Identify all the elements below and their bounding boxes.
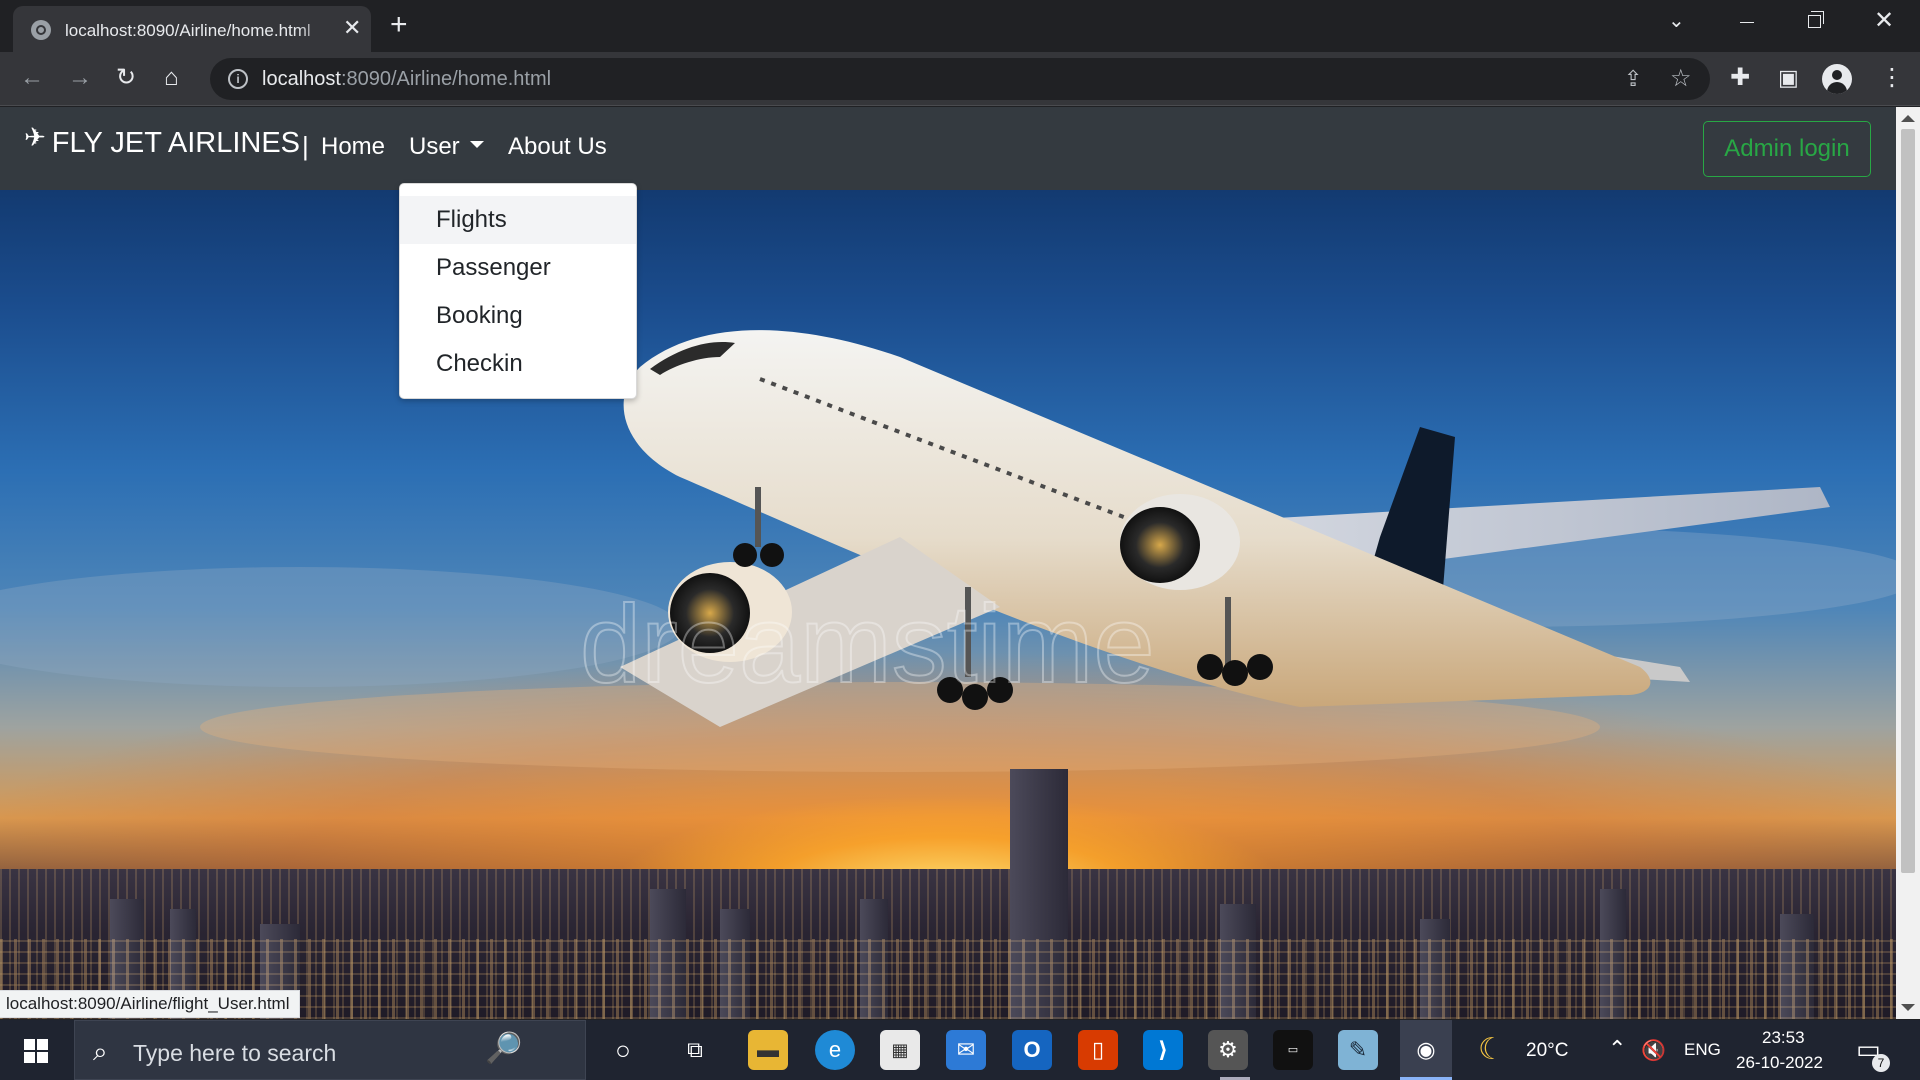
bookmark-star-icon[interactable]: ☆	[1670, 64, 1692, 93]
browser-tabstrip: localhost:8090/Airline/home.html ✕ + ⌄ ✕	[0, 0, 1920, 52]
mysql-icon[interactable]: ▭	[1273, 1030, 1313, 1070]
back-icon[interactable]: ←	[20, 63, 44, 93]
tab-close-icon[interactable]: ✕	[343, 17, 361, 39]
watermark-text: dreamstime	[580, 583, 1155, 706]
moon-weather-icon: ☾	[1478, 1033, 1505, 1066]
clock-date[interactable]: 26-10-2022	[1736, 1053, 1823, 1073]
url-host: localhost	[262, 68, 341, 90]
tab-search-chevron-icon[interactable]: ⌄	[1668, 8, 1685, 33]
admin-login-button[interactable]: Admin login	[1703, 121, 1871, 177]
restore-icon[interactable]	[1808, 11, 1824, 28]
settings-gear-icon[interactable]: ⚙	[1208, 1030, 1248, 1070]
nav-user-label: User	[409, 133, 460, 160]
nav-user-dropdown[interactable]: User	[409, 133, 484, 161]
minimize-icon[interactable]	[1740, 22, 1754, 23]
side-panel-icon[interactable]: ▣	[1778, 63, 1799, 93]
link-status-bar: localhost:8090/Airline/flight_User.html	[0, 990, 301, 1018]
reload-icon[interactable]: ↻	[116, 63, 136, 93]
airplane-icon: ✈	[24, 122, 46, 152]
new-tab-icon[interactable]: +	[390, 10, 408, 40]
search-icon: ⌕	[93, 1036, 108, 1066]
nav-home[interactable]: Home	[321, 133, 385, 161]
edge-icon[interactable]: e	[815, 1030, 855, 1070]
search-highlight-icon: 🔎	[485, 1032, 523, 1065]
page-scrollbar[interactable]	[1896, 107, 1920, 1019]
taskbar-search[interactable]: ⌕ Type here to search 🔎	[74, 1020, 586, 1080]
vscode-icon[interactable]: ⟩	[1143, 1030, 1183, 1070]
globe-icon	[31, 20, 51, 40]
dropdown-item-passenger[interactable]: Passenger	[400, 244, 636, 292]
clock-time[interactable]: 23:53	[1762, 1028, 1805, 1048]
file-explorer-icon[interactable]: ▬	[748, 1030, 788, 1070]
dropdown-item-checkin[interactable]: Checkin	[400, 340, 636, 388]
task-view-icon[interactable]: ⧉	[675, 1030, 715, 1070]
scrollbar-thumb[interactable]	[1901, 129, 1915, 873]
office-icon[interactable]: ▯	[1078, 1030, 1118, 1070]
address-url[interactable]: localhost:8090/Airline/home.html	[262, 68, 551, 91]
mail-icon[interactable]: ✉	[946, 1030, 986, 1070]
nav-about[interactable]: About Us	[508, 133, 607, 161]
dropdown-item-booking[interactable]: Booking	[400, 292, 636, 340]
chrome-icon[interactable]: ◉	[1400, 1020, 1452, 1080]
brand-link[interactable]: ✈ FLY JET AIRLINES	[24, 122, 301, 160]
page-viewport: dreamstime ✈ FLY JET AIRLINES | Home Use…	[0, 107, 1896, 1019]
dropdown-item-flights[interactable]: Flights	[400, 196, 636, 244]
search-placeholder: Type here to search	[133, 1040, 337, 1066]
browser-toolbar: ← → ↻ ⌂ i localhost:8090/Airline/home.ht…	[0, 52, 1920, 106]
site-info-icon[interactable]: i	[228, 69, 248, 89]
address-bar[interactable]: i localhost:8090/Airline/home.html ⇪ ☆	[210, 58, 1710, 100]
language-indicator[interactable]: ENG	[1684, 1040, 1721, 1060]
notepad-icon[interactable]: ✎	[1338, 1030, 1378, 1070]
scroll-up-arrow-icon[interactable]	[1901, 115, 1915, 122]
forward-icon[interactable]: →	[68, 63, 92, 93]
home-icon[interactable]: ⌂	[164, 63, 179, 93]
scroll-down-arrow-icon[interactable]	[1901, 1004, 1915, 1011]
window-close-icon[interactable]: ✕	[1874, 6, 1894, 35]
cortana-icon[interactable]: ○	[603, 1030, 643, 1070]
menu-kebab-icon[interactable]: ⋮	[1880, 63, 1904, 93]
store-icon[interactable]: ▦	[880, 1030, 920, 1070]
share-icon[interactable]: ⇪	[1624, 66, 1642, 92]
brand-name: FLY JET AIRLINES	[51, 127, 301, 159]
speaker-muted-icon[interactable]: 🔇	[1641, 1038, 1666, 1063]
tray-expand-icon[interactable]: ⌃	[1608, 1036, 1626, 1062]
nav-separator: |	[302, 131, 309, 161]
notification-count-badge: 7	[1872, 1054, 1890, 1072]
windows-taskbar: ⌕ Type here to search 🔎 ○ ⧉ ▬ e ▦ ✉ O ▯ …	[0, 1020, 1920, 1080]
url-path: :8090/Airline/home.html	[340, 68, 552, 90]
extensions-icon[interactable]: ✚	[1730, 63, 1750, 93]
caret-down-icon	[469, 141, 484, 149]
site-navbar: ✈ FLY JET AIRLINES | Home User About Us …	[0, 107, 1896, 190]
user-dropdown-menu: Flights Passenger Booking Checkin	[399, 183, 637, 399]
outlook-icon[interactable]: O	[1012, 1030, 1052, 1070]
profile-avatar-icon[interactable]	[1822, 64, 1852, 94]
browser-tab[interactable]: localhost:8090/Airline/home.html ✕	[13, 6, 371, 52]
tab-title: localhost:8090/Airline/home.html	[65, 21, 311, 40]
weather-temp[interactable]: 20°C	[1526, 1040, 1568, 1062]
windows-start-icon[interactable]	[24, 1039, 48, 1063]
